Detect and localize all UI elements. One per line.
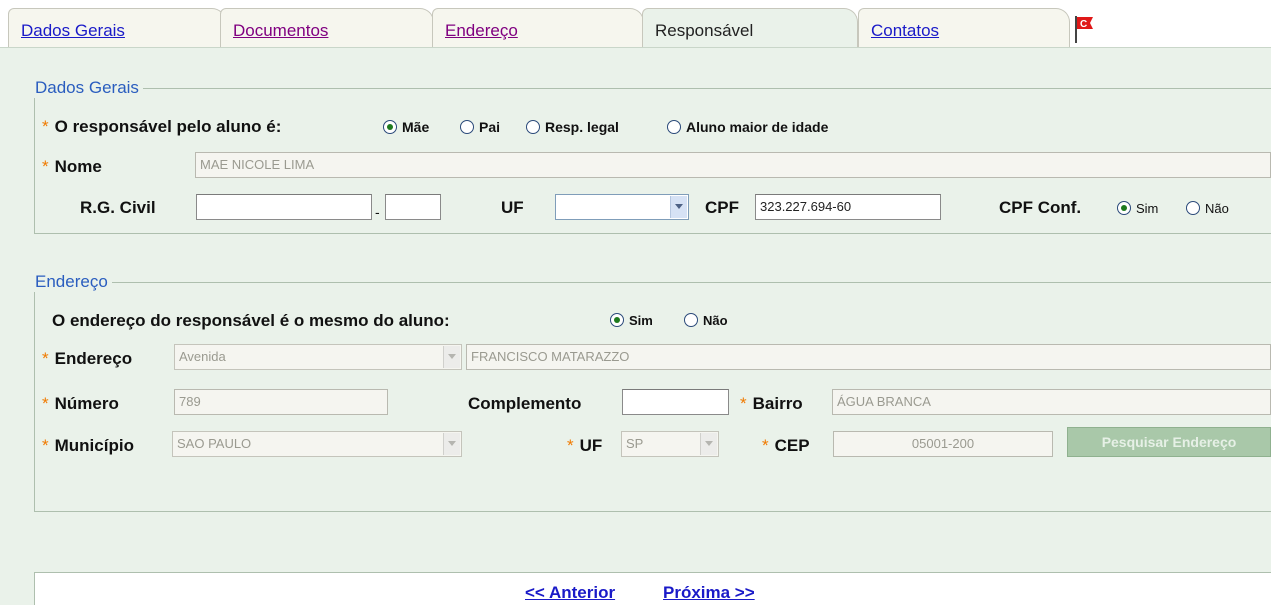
endereco-uf-value: SP: [626, 436, 644, 451]
required-marker: *: [42, 436, 49, 455]
dados-gerais-legend: Dados Gerais: [35, 78, 139, 97]
tab-dados-gerais-link[interactable]: Dados Gerais: [21, 21, 125, 41]
radio-mae-dot[interactable]: [383, 120, 397, 134]
radio-aluno-maior[interactable]: Aluno maior de idade: [667, 119, 828, 135]
uf-label: UF: [501, 198, 524, 217]
rg-digit-field[interactable]: [385, 194, 441, 220]
chevron-down-icon[interactable]: [670, 196, 687, 218]
required-marker: *: [42, 157, 49, 176]
next-link[interactable]: Próxima >>: [663, 583, 755, 603]
municipio-label: * Município: [42, 436, 134, 455]
tab-endereco[interactable]: Endereço: [432, 8, 644, 48]
endereco-uf-select[interactable]: SP: [621, 431, 719, 457]
radio-aluno-maior-dot[interactable]: [667, 120, 681, 134]
required-marker: *: [42, 117, 49, 136]
municipio-value: SAO PAULO: [177, 436, 252, 451]
required-marker: *: [42, 349, 49, 368]
previous-link[interactable]: << Anterior: [525, 583, 615, 603]
endereco-legend: Endereço: [35, 272, 108, 291]
bairro-field[interactable]: ÁGUA BRANCA: [832, 389, 1271, 415]
radio-resp-legal-dot[interactable]: [526, 120, 540, 134]
tipo-logradouro-select[interactable]: Avenida: [174, 344, 462, 370]
cpf-label: CPF: [705, 198, 739, 217]
tab-contatos-link[interactable]: Contatos: [871, 21, 939, 41]
cpf-field[interactable]: 323.227.694-60: [755, 194, 941, 220]
radio-mesmo-nao[interactable]: Não: [684, 313, 728, 328]
uf-select[interactable]: [555, 194, 689, 220]
rg-separator: -: [375, 204, 380, 220]
cep-label: * CEP: [762, 436, 810, 455]
endereco-uf-label: * UF: [567, 436, 603, 455]
responsavel-label: * O responsável pelo aluno é:: [42, 117, 282, 136]
tab-documentos-link[interactable]: Documentos: [233, 21, 328, 41]
radio-mae[interactable]: Mãe: [383, 119, 429, 135]
flag-icon[interactable]: C: [1074, 14, 1094, 44]
tab-endereco-link[interactable]: Endereço: [445, 21, 518, 41]
radio-cpf-conf-nao[interactable]: Não: [1186, 201, 1229, 216]
numero-field[interactable]: 789: [174, 389, 388, 415]
radio-mesmo-sim-dot[interactable]: [610, 313, 624, 327]
chevron-down-icon[interactable]: [443, 346, 460, 368]
tab-dados-gerais[interactable]: Dados Gerais: [8, 8, 226, 48]
mesmo-endereco-label: O endereço do responsável é o mesmo do a…: [52, 311, 450, 330]
required-marker: *: [740, 394, 747, 413]
required-marker: *: [42, 394, 49, 413]
radio-resp-legal[interactable]: Resp. legal: [526, 119, 619, 135]
nome-label: * Nome: [42, 157, 102, 176]
endereco-label: * Endereço: [42, 349, 133, 368]
tab-strip-divider: [0, 47, 1271, 48]
radio-pai-dot[interactable]: [460, 120, 474, 134]
tab-contatos[interactable]: Contatos: [858, 8, 1070, 48]
logradouro-field[interactable]: FRANCISCO MATARAZZO: [466, 344, 1271, 370]
nome-field[interactable]: MAE NICOLE LIMA: [195, 152, 1271, 178]
chevron-down-icon[interactable]: [443, 433, 460, 455]
cpf-conf-label: CPF Conf.: [999, 198, 1082, 217]
chevron-down-icon[interactable]: [700, 433, 717, 455]
pesquisar-endereco-button[interactable]: Pesquisar Endereço: [1067, 427, 1271, 457]
tab-responsavel-label: Responsável: [655, 21, 754, 40]
radio-mesmo-sim[interactable]: Sim: [610, 313, 653, 328]
required-marker: *: [762, 436, 769, 455]
municipio-select[interactable]: SAO PAULO: [172, 431, 462, 457]
complemento-field[interactable]: [622, 389, 729, 415]
required-marker: *: [567, 436, 574, 455]
complemento-label: Complemento: [468, 394, 582, 413]
rg-label: R.G. Civil: [80, 198, 156, 217]
rg-field[interactable]: [196, 194, 372, 220]
navigation-bar: [34, 572, 1271, 605]
cep-field[interactable]: 05001-200: [833, 431, 1053, 457]
flag-letter: C: [1080, 19, 1087, 30]
tab-documentos[interactable]: Documentos: [220, 8, 434, 48]
bairro-label: * Bairro: [740, 394, 803, 413]
radio-cpf-conf-nao-dot[interactable]: [1186, 201, 1200, 215]
tipo-logradouro-value: Avenida: [179, 349, 226, 364]
radio-cpf-conf-sim-dot[interactable]: [1117, 201, 1131, 215]
numero-label: * Número: [42, 394, 119, 413]
radio-pai[interactable]: Pai: [460, 119, 500, 135]
tab-responsavel[interactable]: Responsável: [642, 8, 858, 48]
radio-cpf-conf-sim[interactable]: Sim: [1117, 201, 1158, 216]
radio-mesmo-nao-dot[interactable]: [684, 313, 698, 327]
